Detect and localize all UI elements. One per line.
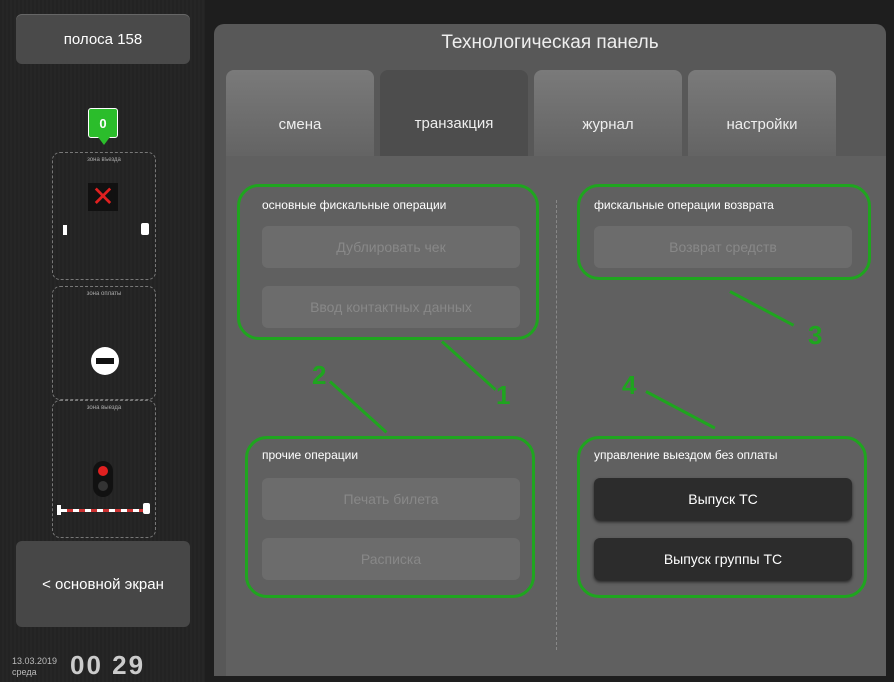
- post-icon: [63, 225, 67, 235]
- annotation-box-fiscal: [237, 184, 539, 340]
- annotation-box-refund: [577, 184, 871, 280]
- traffic-light-icon: [93, 461, 113, 497]
- clock: 00 29: [70, 650, 146, 680]
- vehicle-counter-badge: 0: [88, 108, 118, 145]
- annotation-number-4: 4: [622, 370, 637, 400]
- entry-zone-label: зона въезда: [87, 157, 121, 163]
- barrier-post-icon: [141, 223, 149, 235]
- barrier-post-icon: [143, 503, 150, 514]
- weekday-text: среда: [12, 667, 37, 677]
- payment-zone-label: зона оплаты: [86, 291, 122, 297]
- annotation-box-other: [245, 436, 535, 598]
- column-divider: [556, 200, 557, 650]
- main-screen-button[interactable]: < основной экран: [16, 541, 190, 627]
- exit-zone-label: зона выезда: [86, 405, 122, 411]
- date-display: 13.03.2019 среда: [12, 656, 57, 678]
- annotation-number-1: 1: [496, 380, 511, 410]
- sidebar: полоса 158 0 зона въезда ✕ зона оплаты з…: [0, 0, 205, 682]
- exit-zone: зона выезда: [52, 400, 156, 538]
- date-text: 13.03.2019: [12, 656, 58, 666]
- prohibited-x-icon: ✕: [88, 183, 118, 211]
- annotation-number-3: 3: [808, 320, 823, 350]
- lane-button[interactable]: полоса 158: [16, 14, 190, 64]
- annotation-box-exit: [577, 436, 867, 598]
- payment-zone: зона оплаты: [52, 286, 156, 400]
- panel-title: Технологическая панель: [441, 32, 659, 53]
- entry-zone: зона въезда ✕: [52, 152, 156, 280]
- barrier-arm-icon: [61, 509, 147, 512]
- annotation-number-2: 2: [312, 360, 327, 390]
- no-entry-icon: [91, 347, 119, 375]
